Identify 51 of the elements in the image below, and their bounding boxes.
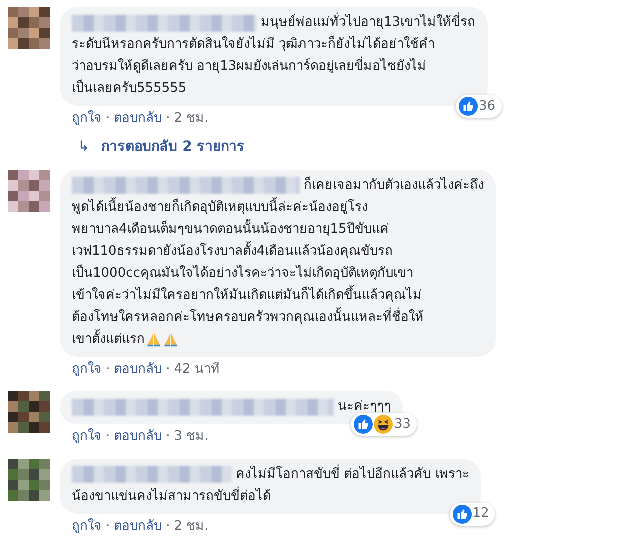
comment-text: ระดับนีหรอกครับการตัดสินใจยังไม่มี วุฒิภาวะก็ยังไม่ได้อย่าใช้คำ: [72, 34, 436, 54]
reaction-badge[interactable]: 33: [351, 413, 417, 436]
reply-link[interactable]: ตอบกลับ: [114, 516, 162, 536]
comment-text: เขาตั้งแต่แรก: [72, 328, 145, 350]
comment-text: มนุษย์พ่อแม่ทั่วไปอายุ13เขาไม่ให้ขี่รถ: [261, 12, 476, 34]
reply-link[interactable]: ตอบกลับ: [114, 109, 162, 128]
comment-text: ก็เคยเจอมากับตัวเองแล้วไงค่ะถึง: [304, 176, 484, 194]
comment-text: พยาบาล4เดือนเต็มๆขนาดตอนนั้นน้องชายอายุ15ปีขับแค่: [72, 218, 389, 240]
reaction-count: 33: [394, 416, 411, 434]
separator-dot: ·: [166, 428, 170, 446]
blurred-name[interactable]: [72, 14, 257, 32]
like-icon: [459, 97, 478, 116]
comment-text: เป็นเลยครับ555555: [72, 78, 187, 98]
reaction-count: 36: [479, 98, 496, 116]
comment-text: พูดได้เนี้ยน้องชายก็เกิดอุบัติเหตุแบบนี้ล่ะค่ะน้องอยู่โรง: [72, 196, 368, 218]
separator-dot: ·: [106, 518, 110, 536]
like-link[interactable]: ถูกใจ: [72, 360, 102, 379]
like-link[interactable]: ถูกใจ: [72, 516, 102, 536]
reply-link[interactable]: ตอบกลับ: [114, 427, 162, 446]
reaction-badge[interactable]: 12: [450, 502, 496, 526]
comment-text: เข้าใจค่ะว่าไม่มีใครอยากให้มันเกิดแต่มันก็ได้เกิดขึ้นแล้วคุณไม่: [72, 284, 422, 306]
reply-link[interactable]: ตอบกลับ: [114, 360, 162, 379]
reply-arrow-icon: ↳: [78, 136, 90, 158]
like-link[interactable]: ถูกใจ: [72, 109, 102, 128]
comment-text: น้องขาแข่นคงไม่สามารถขับขี่ต่อได้: [72, 486, 271, 506]
blurred-name[interactable]: [72, 398, 334, 416]
separator-dot: ·: [166, 360, 170, 378]
blurred-name[interactable]: [72, 177, 300, 194]
laughing-emoji-icon: [374, 415, 394, 434]
reaction-badge[interactable]: 36: [456, 95, 502, 118]
timestamp[interactable]: 42 นาที: [174, 360, 220, 379]
timestamp[interactable]: 2 ชม.: [174, 109, 209, 128]
separator-dot: ·: [106, 360, 110, 378]
separator-dot: ·: [166, 518, 170, 536]
timestamp[interactable]: 3 ชม.: [174, 427, 209, 446]
like-icon: [354, 415, 374, 434]
blurred-name[interactable]: [72, 466, 232, 483]
view-replies-link[interactable]: การตอบกลับ 2 รายการ: [102, 136, 246, 158]
reaction-count: 12: [472, 505, 490, 523]
separator-dot: ·: [166, 110, 170, 128]
comment-text: ต้องโทษใครหลอกค่ะโทษครอบครัวพวกคุณเองนั้นแหละที่ชื่อให้: [72, 306, 424, 328]
comment-text: คงไม่มีโอกาสขับขี่ ต่อไปอีกแล้วคับ เพราะ: [236, 464, 470, 484]
comment-text: เป็น1000ccคุณมันใจได้อย่างไรคะว่าจะไม่เกิดอุบัติเหตุกับเขา: [72, 264, 414, 282]
like-icon: [452, 504, 472, 524]
comment-text: เวฟ110ธรรมดายังน้องโรงบาลตั้ง4เดือนแล้วน้องคุณขับรถ: [72, 240, 394, 262]
comment-text: ว่าอบรมให้ดูดีเลยครับ อายุ13ผมยังเล่นการ์ดอยู่เลยขี่มอไซยังไม่: [72, 56, 427, 78]
separator-dot: ·: [106, 110, 110, 128]
like-link[interactable]: ถูกใจ: [72, 427, 102, 446]
timestamp[interactable]: 2 ชม.: [174, 516, 209, 536]
comment-text: นะค่ะๆๆๆ: [338, 398, 391, 416]
separator-dot: ·: [106, 428, 110, 446]
